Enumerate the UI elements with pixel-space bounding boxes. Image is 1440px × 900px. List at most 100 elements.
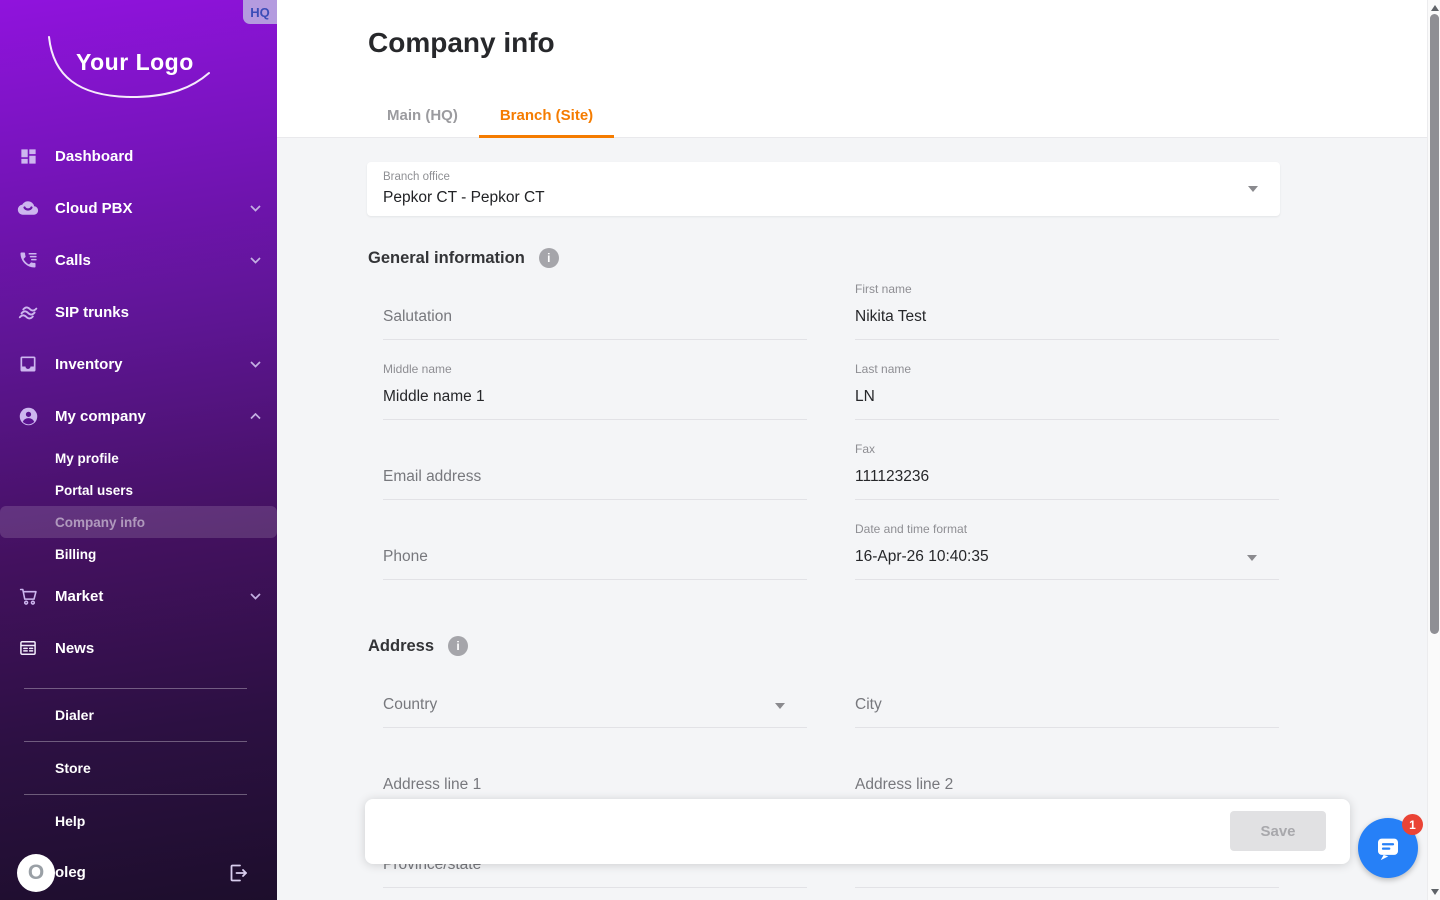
sidebar-nav: Dashboard Cloud PBX Calls <box>0 130 277 674</box>
middle-name-field[interactable]: Middle name Middle name 1 <box>383 340 807 420</box>
sip-trunks-icon <box>16 300 40 324</box>
chat-button[interactable]: 1 <box>1358 818 1418 878</box>
scrollbar-down-arrow[interactable] <box>1431 889 1439 895</box>
app-window: HQ Your Logo Dashboard Cloud PBX <box>0 0 1440 900</box>
sidebar-item-billing[interactable]: Billing <box>0 538 277 570</box>
phone-icon <box>16 248 40 272</box>
news-icon <box>16 636 40 660</box>
save-bar: Save <box>365 799 1350 864</box>
field-placeholder: Salutation <box>383 308 452 326</box>
logo: Your Logo <box>0 0 277 130</box>
sidebar-subitem-label: Portal users <box>55 483 133 498</box>
sidebar-item-my-profile[interactable]: My profile <box>0 442 277 474</box>
salutation-field[interactable]: Salutation <box>383 260 807 340</box>
chevron-down-icon <box>250 355 261 373</box>
page-title: Company info <box>368 27 555 59</box>
email-field[interactable]: Email address <box>383 420 807 500</box>
sidebar-item-inventory[interactable]: Inventory <box>0 338 277 390</box>
country-select[interactable]: Country <box>383 648 807 728</box>
chat-icon <box>1373 833 1403 863</box>
field-placeholder: Address line 1 <box>383 776 481 794</box>
sidebar-item-label: SIP trunks <box>55 304 129 321</box>
sidebar-item-help[interactable]: Help <box>0 795 277 847</box>
sidebar-item-news[interactable]: News <box>0 622 277 674</box>
page-header: Company info Main (HQ) Branch (Site) <box>277 0 1427 138</box>
chat-notification-badge: 1 <box>1402 814 1423 835</box>
dropdown-arrow-icon <box>1248 186 1258 192</box>
sidebar-item-label: Market <box>55 588 103 605</box>
user-row[interactable]: O oleg <box>0 847 277 900</box>
address-line1-field[interactable]: Address line 1 <box>383 728 807 808</box>
avatar: O <box>17 854 55 892</box>
sidebar-item-calls[interactable]: Calls <box>0 234 277 286</box>
dropdown-arrow-icon <box>775 703 785 709</box>
address-line2-field[interactable]: Address line 2 <box>855 728 1279 808</box>
field-placeholder: Phone <box>383 548 428 566</box>
field-label: Fax <box>855 442 875 456</box>
field-label: First name <box>855 282 912 296</box>
sidebar-footer-label: Store <box>55 760 91 776</box>
branch-office-select[interactable]: Branch office Pepkor CT - Pepkor CT <box>367 162 1280 216</box>
cart-icon <box>16 584 40 608</box>
sidebar-item-cloud-pbx[interactable]: Cloud PBX <box>0 182 277 234</box>
chevron-down-icon <box>250 251 261 269</box>
sidebar-item-portal-users[interactable]: Portal users <box>0 474 277 506</box>
field-placeholder: Country <box>383 696 437 714</box>
phone-field[interactable]: Phone <box>383 500 807 580</box>
inventory-icon <box>16 352 40 376</box>
save-button[interactable]: Save <box>1230 811 1326 851</box>
sidebar: HQ Your Logo Dashboard Cloud PBX <box>0 0 277 900</box>
general-form-grid: Salutation First name Nikita Test Middle… <box>383 260 1279 580</box>
sidebar-subitem-label: Billing <box>55 547 96 562</box>
sidebar-item-dashboard[interactable]: Dashboard <box>0 130 277 182</box>
scrollbar-up-arrow[interactable] <box>1431 5 1439 11</box>
field-label: Last name <box>855 362 911 376</box>
sidebar-item-label: My company <box>55 408 146 425</box>
chevron-down-icon <box>250 587 261 605</box>
logo-text: Your Logo <box>76 49 194 76</box>
tab-main-hq[interactable]: Main (HQ) <box>366 96 479 138</box>
sidebar-item-label: Calls <box>55 252 91 269</box>
scrollbar-thumb[interactable] <box>1430 14 1439 634</box>
cloud-icon <box>16 196 40 220</box>
sidebar-footer-label: Dialer <box>55 707 94 723</box>
sidebar-subitem-label: Company info <box>55 515 145 530</box>
sidebar-item-dialer[interactable]: Dialer <box>0 689 277 741</box>
field-placeholder: Email address <box>383 468 481 486</box>
field-value: LN <box>855 388 875 406</box>
field-value: 16-Apr-26 10:40:35 <box>855 548 989 566</box>
field-placeholder: City <box>855 696 882 714</box>
main-area: Company info Main (HQ) Branch (Site) Bra… <box>277 0 1427 900</box>
sidebar-item-company-info[interactable]: Company info <box>0 506 277 538</box>
dashboard-icon <box>16 144 40 168</box>
sidebar-footer: Dialer Store Help <box>0 688 277 847</box>
sidebar-item-store[interactable]: Store <box>0 742 277 794</box>
user-name: oleg <box>55 864 86 881</box>
field-label: Date and time format <box>855 522 967 536</box>
field-value: 111123236 <box>855 468 929 486</box>
sidebar-item-sip-trunks[interactable]: SIP trunks <box>0 286 277 338</box>
field-placeholder: Address line 2 <box>855 776 953 794</box>
sidebar-footer-label: Help <box>55 813 85 829</box>
sidebar-subitem-label: My profile <box>55 451 119 466</box>
city-field[interactable]: City <box>855 648 1279 728</box>
field-value: Middle name 1 <box>383 388 485 406</box>
datetime-format-select[interactable]: Date and time format 16-Apr-26 10:40:35 <box>855 500 1279 580</box>
sidebar-item-my-company[interactable]: My company <box>0 390 277 442</box>
field-label: Middle name <box>383 362 452 376</box>
last-name-field[interactable]: Last name LN <box>855 340 1279 420</box>
fax-field[interactable]: Fax 111123236 <box>855 420 1279 500</box>
logout-icon[interactable] <box>225 861 249 890</box>
sidebar-item-label: Inventory <box>55 356 123 373</box>
tab-bar: Main (HQ) Branch (Site) <box>366 96 614 138</box>
field-value: Nikita Test <box>855 308 926 326</box>
chevron-up-icon <box>250 407 261 425</box>
branch-office-value: Pepkor CT - Pepkor CT <box>383 189 545 207</box>
dropdown-arrow-icon <box>1247 555 1257 561</box>
first-name-field[interactable]: First name Nikita Test <box>855 260 1279 340</box>
branch-office-label: Branch office <box>383 171 450 183</box>
sidebar-item-label: Cloud PBX <box>55 200 133 217</box>
sidebar-item-label: News <box>55 640 94 657</box>
tab-branch-site[interactable]: Branch (Site) <box>479 96 614 138</box>
sidebar-item-market[interactable]: Market <box>0 570 277 622</box>
